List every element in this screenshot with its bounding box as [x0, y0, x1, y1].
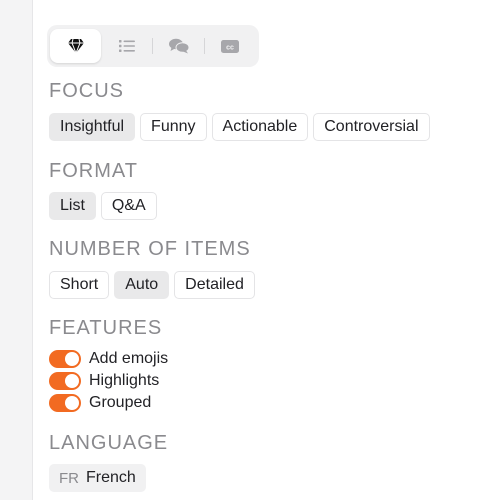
number-of-items-options: Short Auto Detailed	[49, 271, 255, 299]
feature-row-highlights: Highlights	[49, 370, 159, 392]
feature-row-grouped: Grouped	[49, 392, 151, 414]
tab-captions[interactable]: cc	[205, 29, 256, 63]
grouped-toggle[interactable]	[49, 394, 81, 412]
feature-row-add-emojis: Add emojis	[49, 348, 168, 370]
format-option-list[interactable]: List	[49, 192, 96, 220]
focus-option-controversial[interactable]: Controversial	[313, 113, 430, 141]
tab-chat[interactable]	[153, 29, 204, 63]
closed-captions-icon: cc	[221, 39, 240, 53]
settings-panel: cc FOCUS Insightful Funny Actionable Con…	[32, 0, 477, 500]
format-option-qa[interactable]: Q&A	[100, 192, 157, 220]
focus-options: Insightful Funny Actionable Controversia…	[49, 113, 430, 141]
section-title-format: FORMAT	[49, 160, 138, 182]
section-title-number-of-items: NUMBER OF ITEMS	[49, 238, 251, 260]
focus-option-funny[interactable]: Funny	[140, 113, 207, 141]
tab-list[interactable]	[101, 29, 152, 63]
tab-insights[interactable]	[50, 29, 102, 63]
toggle-knob	[65, 374, 79, 388]
grouped-label: Grouped	[89, 394, 152, 411]
add-emojis-label: Add emojis	[89, 350, 169, 367]
svg-text:cc: cc	[227, 44, 235, 51]
section-title-language: LANGUAGE	[49, 432, 169, 454]
section-title-focus: FOCUS	[49, 80, 124, 102]
chat-bubbles-icon	[168, 38, 189, 54]
add-emojis-toggle[interactable]	[49, 350, 81, 368]
view-tabbar: cc	[47, 25, 259, 67]
language-selector[interactable]: FR French	[49, 464, 146, 492]
section-title-features: FEATURES	[49, 317, 163, 339]
focus-option-actionable[interactable]: Actionable	[211, 113, 309, 141]
list-icon	[118, 40, 135, 52]
diamond-icon	[67, 39, 84, 53]
toggle-knob	[65, 352, 79, 366]
language-code: FR	[59, 469, 79, 487]
highlights-toggle[interactable]	[49, 372, 81, 390]
language-name: French	[86, 469, 136, 486]
focus-option-insightful[interactable]: Insightful	[49, 113, 136, 141]
items-option-short[interactable]: Short	[49, 271, 110, 299]
items-option-detailed[interactable]: Detailed	[174, 271, 255, 299]
highlights-label: Highlights	[89, 372, 160, 389]
format-options: List Q&A	[49, 192, 157, 220]
toggle-knob	[65, 396, 79, 410]
items-option-auto[interactable]: Auto	[114, 271, 170, 299]
